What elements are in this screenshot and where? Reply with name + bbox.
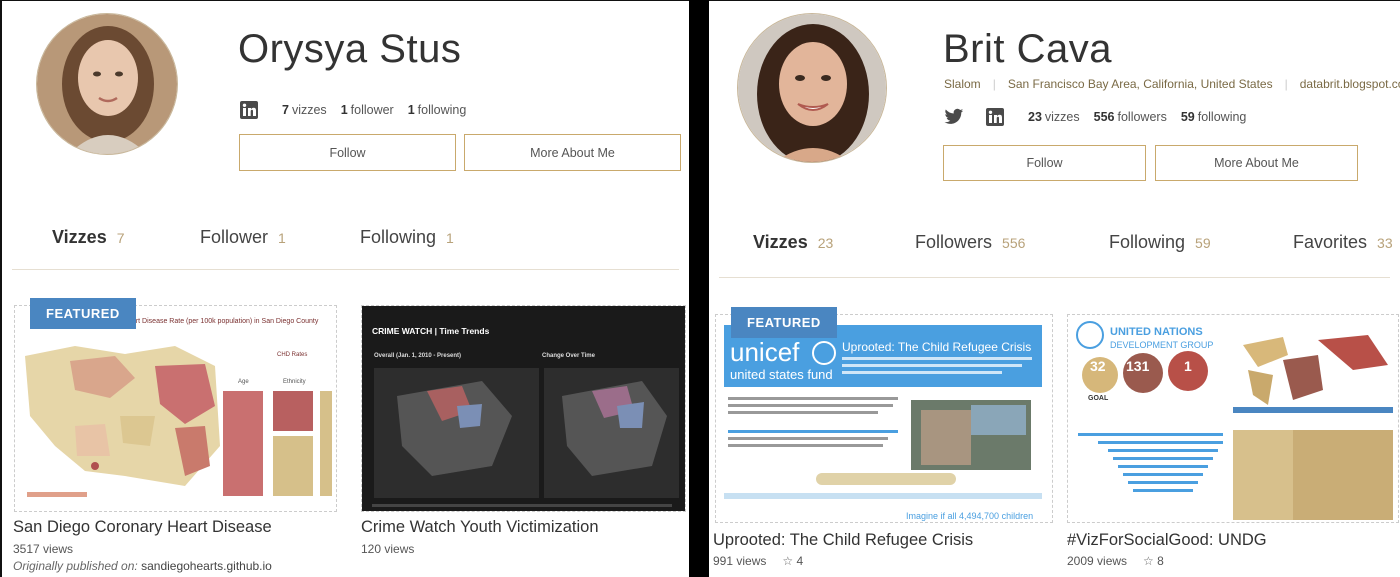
viz-thumbnail[interactable]: CRIME WATCH | Time Trends Overall (Jan. … bbox=[361, 305, 686, 512]
svg-text:Ethnicity: Ethnicity bbox=[283, 379, 306, 385]
more-about-me-button[interactable]: More About Me bbox=[464, 134, 681, 171]
svg-text:Overall (Jan. 1, 2010 - Presen: Overall (Jan. 1, 2010 - Present) bbox=[374, 353, 461, 359]
svg-text:united states fund: united states fund bbox=[730, 367, 833, 382]
follow-button[interactable]: Follow bbox=[943, 145, 1146, 181]
avatar[interactable] bbox=[36, 13, 178, 155]
svg-text:1: 1 bbox=[1184, 358, 1192, 374]
svg-text:32: 32 bbox=[1090, 358, 1106, 374]
svg-text:CRIME WATCH | Time Trends: CRIME WATCH | Time Trends bbox=[372, 326, 490, 336]
tab-vizzes[interactable]: Vizzes 7 bbox=[52, 227, 125, 248]
view-count: 2009 views ☆ 8 bbox=[1067, 554, 1164, 568]
star-icon[interactable]: ☆ bbox=[1143, 554, 1154, 568]
vizzes-stat[interactable]: 23 vizzes bbox=[1028, 110, 1080, 124]
profile-tabs: Vizzes 23 Followers 556 Following 59 Favori… bbox=[709, 232, 1400, 282]
linkedin-icon[interactable] bbox=[986, 108, 1004, 126]
tab-following[interactable]: Following 1 bbox=[360, 227, 454, 248]
undg-logo: UNITED NATIONS bbox=[1110, 326, 1203, 338]
featured-badge: FEATURED bbox=[30, 298, 136, 329]
profile-meta: Slalom | San Francisco Bay Area, Californi… bbox=[944, 77, 1400, 91]
tab-vizzes[interactable]: Vizzes 23 bbox=[753, 232, 833, 253]
viz-title[interactable]: San Diego Coronary Heart Disease bbox=[13, 518, 272, 537]
featured-badge: FEATURED bbox=[731, 307, 837, 338]
vizzes-stat[interactable]: 7 vizzes bbox=[282, 103, 327, 117]
tab-following[interactable]: Following 59 bbox=[1109, 232, 1211, 253]
star-icon[interactable]: ☆ bbox=[782, 554, 793, 568]
svg-text:131: 131 bbox=[1126, 358, 1150, 374]
viz-title[interactable]: #VizForSocialGood: UNDG bbox=[1067, 531, 1267, 550]
tabs-divider bbox=[12, 269, 679, 270]
profile-stats: 23 vizzes 556 followers 59 following bbox=[944, 108, 1260, 126]
viz-thumbnail[interactable]: UNITED NATIONS DEVELOPMENT GROUP 32 131 … bbox=[1067, 314, 1399, 523]
profile-stats: 7 vizzes 1 follower 1 following bbox=[240, 101, 480, 119]
view-count: 120 views bbox=[361, 542, 415, 556]
viz-thumbnail[interactable]: Heart Disease Rate (per 100k population)… bbox=[14, 305, 337, 512]
tab-favorites[interactable]: Favorites 33 bbox=[1293, 232, 1393, 253]
svg-text:GOAL: GOAL bbox=[1088, 395, 1109, 402]
published-site-link[interactable]: sandiegohearts.github.io bbox=[141, 559, 272, 573]
twitter-icon[interactable] bbox=[944, 108, 964, 126]
tab-followers[interactable]: Followers 556 bbox=[915, 232, 1025, 253]
svg-text:Uprooted: The Child Refugee Cr: Uprooted: The Child Refugee Crisis bbox=[842, 340, 1031, 354]
unicef-logo: unicef bbox=[730, 337, 800, 367]
followers-stat[interactable]: 556 followers bbox=[1094, 110, 1167, 124]
view-count: 991 views ☆ 4 bbox=[713, 554, 804, 568]
thumb-title: Heart Disease Rate (per 100k population)… bbox=[123, 318, 319, 325]
svg-text:Change Over Time: Change Over Time bbox=[542, 353, 596, 359]
profile-panel-orysya: Orysya Stus 7 vizzes 1 follower 1 following… bbox=[0, 0, 689, 577]
tab-follower[interactable]: Follower 1 bbox=[200, 227, 286, 248]
svg-text:Age: Age bbox=[238, 379, 249, 385]
profile-name: Orysya Stus bbox=[238, 27, 462, 71]
viz-thumbnail[interactable]: unicef united states fund Uprooted: The … bbox=[715, 314, 1053, 523]
tabs-divider bbox=[719, 277, 1390, 278]
svg-text:Imagine if all 4,494,700 child: Imagine if all 4,494,700 children bbox=[906, 511, 1033, 521]
profile-panel-brit: Brit Cava Slalom | San Francisco Bay Area,… bbox=[709, 0, 1400, 577]
location: San Francisco Bay Area, California, Unit… bbox=[1007, 77, 1273, 91]
avatar[interactable] bbox=[737, 13, 887, 163]
website-link[interactable]: databrit.blogspot.com bbox=[1300, 77, 1400, 91]
view-count: 3517 views bbox=[13, 542, 74, 556]
following-stat[interactable]: 1 following bbox=[408, 103, 467, 117]
published-on: Originally published on: sandiegohearts.… bbox=[13, 559, 272, 573]
star-count: 4 bbox=[796, 554, 804, 568]
following-stat[interactable]: 59 following bbox=[1181, 110, 1247, 124]
more-about-me-button[interactable]: More About Me bbox=[1155, 145, 1358, 181]
followers-stat[interactable]: 1 follower bbox=[341, 103, 394, 117]
profile-name: Brit Cava bbox=[943, 27, 1112, 71]
follow-button[interactable]: Follow bbox=[239, 134, 456, 171]
linkedin-icon[interactable] bbox=[240, 101, 258, 119]
viz-title[interactable]: Uprooted: The Child Refugee Crisis bbox=[713, 531, 973, 550]
svg-text:DEVELOPMENT GROUP: DEVELOPMENT GROUP bbox=[1110, 340, 1213, 350]
svg-text:CHD Rates: CHD Rates bbox=[277, 352, 307, 358]
star-count: 8 bbox=[1157, 554, 1164, 568]
viz-title[interactable]: Crime Watch Youth Victimization bbox=[361, 518, 599, 537]
organization: Slalom bbox=[944, 77, 981, 91]
